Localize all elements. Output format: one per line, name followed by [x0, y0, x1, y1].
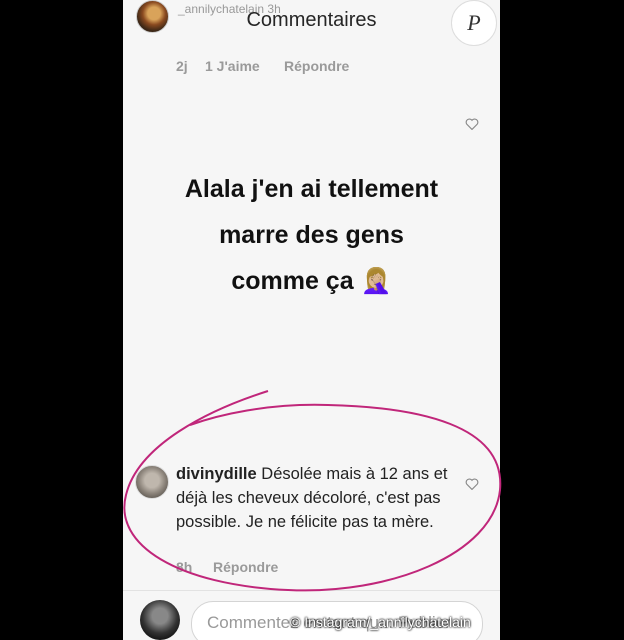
annotation-circle — [123, 390, 502, 592]
watermark: © Instagram/_annilychatelain — [290, 614, 471, 630]
prev-comment-age: 2j — [176, 58, 188, 74]
caption-line: marre des gens — [219, 221, 404, 249]
story-caption: Alala j'en ai tellement marre des gens c… — [123, 166, 500, 304]
caption-line: comme ça 🤦🏼‍♀️ — [231, 267, 392, 295]
caption-line: Alala j'en ai tellement — [184, 175, 439, 203]
heart-icon[interactable] — [465, 118, 479, 130]
prev-comment-likes[interactable]: 1 J'aime — [205, 58, 260, 74]
logo: P — [451, 0, 497, 46]
prev-comment-reply-button[interactable]: Répondre — [284, 58, 349, 74]
own-avatar — [140, 600, 180, 640]
page-title: Commentaires — [246, 9, 377, 31]
